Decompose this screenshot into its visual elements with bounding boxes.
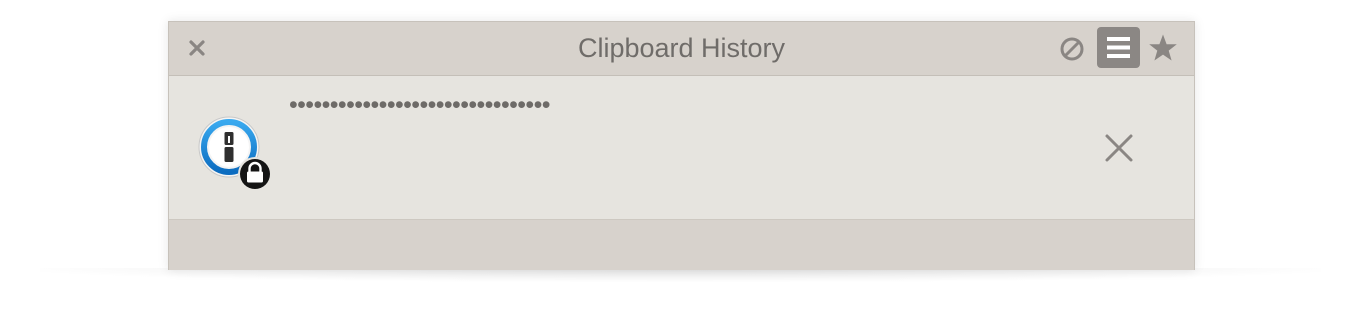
titlebar: Clipboard History: [169, 22, 1194, 76]
delete-item-button[interactable]: [1103, 132, 1135, 164]
window-shadow: [40, 268, 1321, 282]
clear-history-button[interactable]: [1059, 36, 1085, 62]
menu-button[interactable]: [1097, 27, 1140, 68]
app-icon-container: [198, 116, 274, 192]
clipboard-history-window: Clipboard History ••••••••••••••••••••••…: [168, 21, 1195, 270]
clipboard-list: ••••••••••••••••••••••••••••••••: [169, 76, 1194, 220]
hamburger-menu-icon: [1107, 37, 1130, 58]
close-icon: [1105, 134, 1133, 162]
star-icon: [1149, 34, 1177, 61]
favorites-button[interactable]: [1147, 32, 1179, 64]
clipboard-item-content: ••••••••••••••••••••••••••••••••: [289, 91, 550, 119]
prohibit-icon: [1060, 37, 1084, 61]
1password-icon: [198, 116, 272, 191]
window-footer: [169, 220, 1194, 270]
window-title: Clipboard History: [577, 33, 786, 63]
lock-icon: [240, 159, 270, 189]
